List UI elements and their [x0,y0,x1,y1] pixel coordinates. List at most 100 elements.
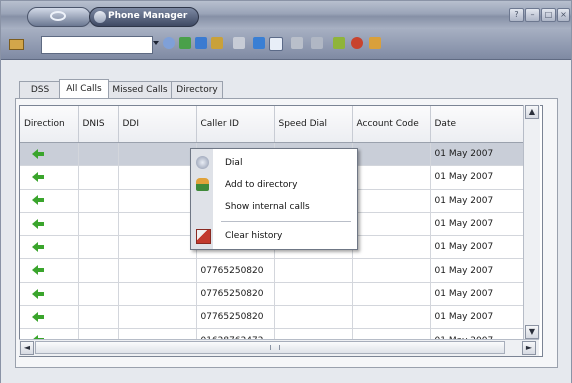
scroll-right-icon[interactable]: ► [522,341,536,355]
cell-speed-dial [274,282,353,307]
cell-ddi [118,235,197,260]
title-arrow-icon [94,11,106,23]
scroll-down-icon[interactable]: ▼ [525,325,539,339]
horizontal-scroll-thumb[interactable] [35,341,505,354]
incoming-arrow-icon [32,148,44,159]
cell-ddi [118,258,197,283]
cell-caller-id: 07765250820 [196,258,275,283]
cell-account-code [352,305,431,330]
cell-ddi [118,212,197,237]
phone-icon [196,156,209,169]
incoming-arrow-icon [32,288,44,299]
add-contact-icon [196,178,209,191]
tab-all-calls[interactable]: All Calls [59,79,109,98]
cell-direction [20,305,79,330]
column-header-dnis[interactable]: DNIS [78,106,119,143]
menu-item-clear-history[interactable]: Clear history [191,225,357,247]
cell-direction [20,282,79,307]
cell-ddi [118,189,197,213]
tab-directory[interactable]: Directory [171,81,223,98]
flag-icon[interactable] [9,39,24,50]
context-menu: Dial Add to directory Show internal call… [190,148,358,250]
transfer-icon[interactable] [195,37,207,49]
column-header-ddi[interactable]: DDI [118,106,197,143]
maximize-button[interactable]: □ [541,8,556,22]
menu-item-dial[interactable]: Dial [191,152,357,174]
table-row[interactable]: 07765250820 01 May 2007 [20,305,531,330]
cell-direction [20,189,79,213]
cell-dnis [78,189,119,213]
cell-date: 01 May 2007 [430,189,531,213]
clear-history-icon [196,229,211,244]
scroll-up-icon[interactable]: ▲ [525,105,539,119]
column-header-date[interactable]: Date [430,106,531,143]
tab-missed-calls[interactable]: Missed Calls [107,81,173,98]
column-header-speed-dial[interactable]: Speed Dial [274,106,353,143]
message-icon[interactable] [269,37,283,51]
column-header-account-code[interactable]: Account Code [352,106,431,143]
incoming-arrow-icon [32,242,44,253]
menu-item-label: Clear history [225,231,283,241]
mute-icon[interactable] [311,37,323,49]
cell-date: 01 May 2007 [430,235,531,260]
chevron-down-icon[interactable] [153,41,159,45]
app-logo[interactable] [27,7,91,27]
table-row[interactable]: 07765250820 01 May 2007 [20,258,531,283]
column-header-caller-id[interactable]: Caller ID [196,106,275,143]
scroll-left-icon[interactable]: ◄ [20,341,34,355]
record-icon[interactable] [291,37,303,49]
cell-date: 01 May 2007 [430,212,531,237]
cell-account-code [352,189,431,213]
cell-direction [20,142,79,167]
menu-item-label: Show internal calls [225,202,310,212]
incoming-arrow-icon [32,172,44,183]
dnd-icon[interactable] [351,37,363,49]
cell-dnis [78,165,119,190]
menu-item-label: Dial [225,158,243,168]
app-title-pill[interactable]: Phone Manager [89,7,199,27]
column-header-direction[interactable]: Direction [20,106,79,143]
cell-dnis [78,235,119,260]
cell-account-code [352,142,431,167]
cell-account-code [352,212,431,237]
tab-dss[interactable]: DSS [19,81,61,98]
table-row[interactable]: 07765250820 01 May 2007 [20,282,531,307]
cell-speed-dial [274,258,353,283]
minimize-button[interactable]: – [525,8,540,22]
incoming-arrow-icon [32,218,44,229]
incoming-arrow-icon [32,195,44,206]
hold-icon[interactable] [233,37,245,49]
incoming-arrow-icon [32,265,44,276]
settings-icon[interactable] [369,37,381,49]
close-button[interactable]: × [557,8,570,22]
cell-direction [20,258,79,283]
cell-dnis [78,258,119,283]
cell-ddi [118,282,197,307]
conference-icon[interactable] [211,37,223,49]
cell-date: 01 May 2007 [430,282,531,307]
menu-item-add-to-directory[interactable]: Add to directory [191,174,357,196]
cell-date: 01 May 2007 [430,305,531,330]
help-button[interactable]: ? [509,8,524,22]
cell-direction [20,165,79,190]
cell-caller-id: 07765250820 [196,282,275,307]
cell-ddi [118,142,197,167]
cell-dnis [78,142,119,167]
phone-manager-window: Phone Manager ? – □ × DSS All Calls Miss… [0,0,572,383]
park-icon[interactable] [253,37,265,49]
number-combo-input[interactable] [41,36,153,54]
cell-account-code [352,165,431,190]
answer-icon[interactable] [179,37,191,49]
status-icon[interactable] [333,37,345,49]
vertical-scrollbar[interactable]: ▲ ▼ [523,105,540,339]
window-title: Phone Manager [108,11,188,21]
cell-account-code [352,235,431,260]
cell-account-code [352,282,431,307]
cell-date: 01 May 2007 [430,142,531,167]
cell-caller-id: 07765250820 [196,305,275,330]
cell-date: 01 May 2007 [430,258,531,283]
title-bar[interactable]: Phone Manager ? – □ × [1,1,571,29]
horizontal-scrollbar[interactable]: ◄ ► [19,339,539,356]
menu-item-show-internal-calls[interactable]: Show internal calls [191,196,357,218]
dial-icon[interactable] [163,37,175,49]
